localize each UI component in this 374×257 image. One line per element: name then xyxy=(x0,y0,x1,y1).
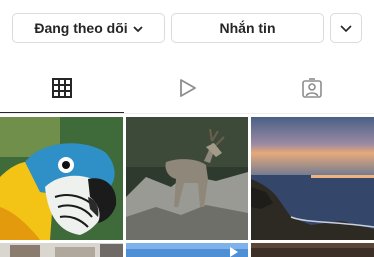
more-options-button[interactable] xyxy=(330,13,362,43)
chevron-down-icon xyxy=(133,20,143,36)
grid-icon xyxy=(52,77,72,103)
tab-divider xyxy=(0,113,374,114)
post-thumbnail-parrot[interactable] xyxy=(0,117,123,240)
post-thumbnail-building[interactable] xyxy=(0,243,123,257)
post-thumbnail-sunset[interactable] xyxy=(251,117,374,240)
following-label: Đang theo dõi xyxy=(34,20,128,36)
post-thumbnail-deer[interactable] xyxy=(126,117,248,240)
tab-posts[interactable] xyxy=(0,67,124,113)
tab-reels[interactable] xyxy=(125,67,249,113)
message-label: Nhắn tin xyxy=(219,20,276,36)
post-thumbnail-landscape[interactable] xyxy=(251,243,374,257)
post-thumbnail-video[interactable] xyxy=(126,243,248,257)
chevron-down-icon xyxy=(340,20,352,36)
tagged-person-icon xyxy=(301,77,323,104)
play-icon xyxy=(176,77,198,104)
profile-tabs xyxy=(0,67,374,113)
message-button[interactable]: Nhắn tin xyxy=(171,13,324,43)
tab-tagged[interactable] xyxy=(250,67,374,113)
following-button[interactable]: Đang theo dõi xyxy=(12,13,165,43)
